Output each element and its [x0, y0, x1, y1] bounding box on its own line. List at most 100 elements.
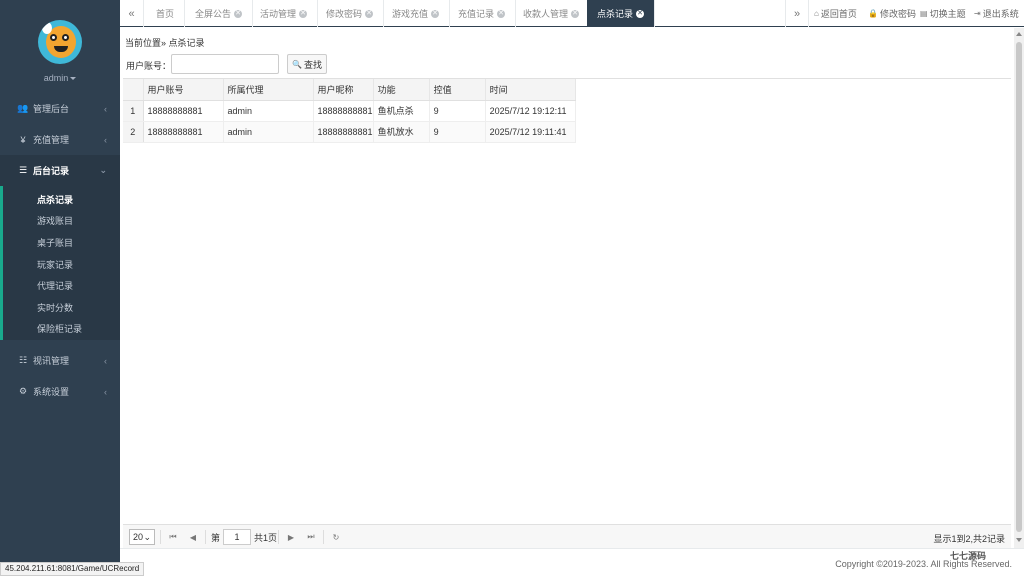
chevron-left-icon: ‹: [104, 386, 107, 397]
submenu-item-player-record[interactable]: 玩家记录: [37, 258, 73, 271]
search-button[interactable]: 🔍 查找: [287, 54, 327, 74]
submenu-item-agent-record[interactable]: 代理记录: [37, 279, 73, 292]
refresh-button[interactable]: ↻: [328, 529, 344, 545]
nav-item-admin[interactable]: 👥 管理后台 ‹: [0, 93, 120, 124]
avatar[interactable]: [38, 20, 82, 64]
logout-button[interactable]: ⇥ 退出系统: [974, 0, 1019, 27]
tab-payee[interactable]: 收款人管理 ✕: [513, 0, 591, 27]
cell-agent: admin: [223, 100, 314, 122]
row-number: 2: [123, 121, 144, 143]
user-menu[interactable]: admin: [0, 73, 120, 83]
chevron-down-icon: ⌄: [99, 165, 107, 175]
footer: 七七源码 Copyright ©2019-2023. All Rights Re…: [120, 548, 1024, 576]
tab-home[interactable]: 首页: [146, 0, 186, 27]
main-content: 当前位置» 点杀记录 用户账号： 🔍 查找 用户账号 所属代理 用户昵称 功能 控…: [120, 28, 1014, 548]
close-icon[interactable]: ✕: [571, 9, 580, 18]
nav-item-recharge[interactable]: ¥ 充值管理 ‹: [0, 124, 120, 155]
home-icon: ⌂: [814, 9, 819, 18]
tab-label: 收款人管理: [523, 9, 569, 19]
page-number-input[interactable]: 1: [223, 529, 251, 545]
nav-item-label: 充值管理: [33, 135, 70, 145]
tab-label: 活动管理: [260, 9, 297, 19]
close-icon[interactable]: ✕: [299, 9, 308, 18]
column-header[interactable]: 控值: [429, 79, 486, 101]
table-row[interactable]: 2 18888888881 admin 18888888881 鱼机放水 9 2…: [123, 121, 576, 143]
avatar-eye: [62, 34, 69, 41]
scroll-down-icon[interactable]: [1016, 538, 1022, 542]
nav-item-label: 视讯管理: [33, 356, 70, 366]
close-icon[interactable]: ✕: [365, 9, 374, 18]
close-icon[interactable]: ✕: [431, 9, 440, 18]
password-label: 修改密码: [879, 9, 916, 19]
vertical-scrollbar[interactable]: [1014, 28, 1024, 548]
tab-label: 修改密码: [326, 9, 363, 19]
nav-item-video[interactable]: ☷ 视讯管理 ‹: [0, 345, 120, 376]
cell-account: 18888888881: [143, 121, 224, 143]
close-icon[interactable]: ✕: [636, 9, 645, 18]
column-header[interactable]: 功能: [373, 79, 430, 101]
username[interactable]: admin: [44, 73, 69, 83]
close-icon[interactable]: ✕: [497, 9, 506, 18]
tab-label: 点杀记录: [597, 9, 634, 19]
submenu-item-realtime-score[interactable]: 实时分数: [37, 301, 73, 314]
divider: [323, 530, 324, 544]
nav-item-label: 系统设置: [33, 387, 70, 397]
scroll-thumb[interactable]: [1016, 42, 1022, 532]
cell-account: 18888888881: [143, 100, 224, 122]
search-label: 用户账号：: [126, 61, 172, 71]
last-page-button[interactable]: ⏭: [303, 529, 319, 545]
change-password-button[interactable]: 🔒 修改密码: [868, 0, 916, 27]
tab-label: 首页: [156, 9, 175, 19]
submenu-item-table-account[interactable]: 桌子账目: [37, 236, 73, 249]
status-url: 45.204.211.61:8081/Game/UCRecord: [0, 562, 145, 576]
nav-item-settings[interactable]: ⚙ 系统设置 ‹: [0, 376, 120, 407]
column-header[interactable]: 用户账号: [143, 79, 224, 101]
tabs-scroll-right-button[interactable]: »: [785, 0, 809, 27]
tab-password[interactable]: 修改密码 ✕: [316, 0, 385, 27]
tab-label: 游戏充值: [392, 9, 429, 19]
column-header[interactable]: 时间: [485, 79, 576, 101]
column-header[interactable]: 所属代理: [223, 79, 314, 101]
tab-activity[interactable]: 活动管理 ✕: [250, 0, 319, 27]
page-prefix: 第: [211, 532, 221, 543]
next-page-button[interactable]: ▶: [283, 529, 299, 545]
logout-label: 退出系统: [982, 9, 1019, 19]
submenu-item-game-account[interactable]: 游戏账目: [37, 214, 73, 227]
home-button[interactable]: ⌂ 返回首页: [814, 0, 857, 27]
tab-recharge-record[interactable]: 充值记录 ✕: [448, 0, 517, 27]
tab-notice[interactable]: 全屏公告 ✕: [185, 0, 254, 27]
cell-value: 9: [429, 121, 486, 143]
theme-label: 切换主题: [929, 9, 966, 19]
nav-item-records[interactable]: ☰ 后台记录 ⌄: [0, 155, 120, 186]
switch-theme-button[interactable]: ▤ 切换主题: [920, 0, 966, 27]
submenu-item-kill-record[interactable]: 点杀记录: [37, 193, 73, 206]
table-row[interactable]: 1 18888888881 admin 18888888881 鱼机点杀 9 2…: [123, 100, 576, 122]
chevron-left-icon: ‹: [104, 103, 107, 114]
refresh-icon: ↻: [332, 532, 340, 542]
avatar-eye: [50, 34, 57, 41]
column-header[interactable]: 用户昵称: [313, 79, 374, 101]
users-icon: 👥: [17, 103, 29, 113]
tab-kill-record[interactable]: 点杀记录 ✕: [587, 0, 656, 27]
tab-label: 充值记录: [458, 9, 495, 19]
records-grid: 用户账号 所属代理 用户昵称 功能 控值 时间 1 18888888881 ad…: [123, 78, 1011, 143]
close-icon[interactable]: ✕: [234, 9, 243, 18]
user-account-input[interactable]: [171, 54, 279, 74]
prev-page-button[interactable]: ◀: [185, 529, 201, 545]
submenu-item-safe-record[interactable]: 保险柜记录: [37, 322, 82, 335]
divider: [278, 530, 279, 544]
breadcrumb: 当前位置» 点杀记录: [125, 38, 205, 48]
cell-agent: admin: [223, 121, 314, 143]
first-page-button[interactable]: ⏮: [165, 529, 181, 545]
chevron-left-icon: ‹: [104, 134, 107, 145]
page-total: 共1页: [254, 532, 278, 543]
page-size-select[interactable]: 20 ⌄: [129, 529, 155, 545]
tabs-scroll-left-button[interactable]: «: [120, 0, 144, 27]
avatar-ear: [42, 22, 52, 34]
list-icon: ☰: [18, 165, 28, 175]
tab-game-recharge[interactable]: 游戏充值 ✕: [382, 0, 451, 27]
sidebar: admin 👥 管理后台 ‹ ¥ 充值管理 ‹ ☰ 后台记录 ⌄ 点杀记录 游戏…: [0, 0, 120, 576]
scroll-up-icon[interactable]: [1016, 32, 1022, 36]
nav-item-label: 管理后台: [33, 104, 70, 114]
tab-bar: « 首页 全屏公告 ✕ 活动管理 ✕ 修改密码 ✕ 游戏充值 ✕ 充值记录 ✕ 收款人管理…: [120, 0, 1024, 27]
